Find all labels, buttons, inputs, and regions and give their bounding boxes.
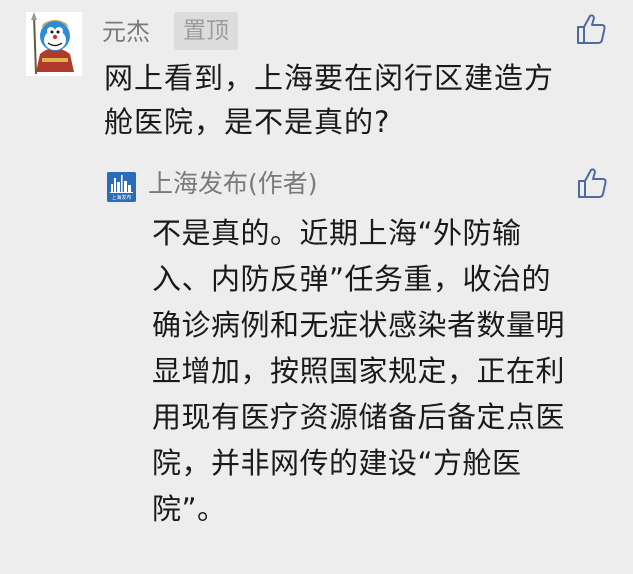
commenter-name[interactable]: 元杰 [102, 16, 150, 48]
author-name[interactable]: 上海发布(作者) [148, 166, 318, 202]
author-logo-text: 上海发布 [111, 194, 131, 201]
pinned-badge: 置顶 [174, 12, 238, 50]
thumbs-up-icon[interactable] [575, 12, 607, 46]
comment-line: 网上看到，上海要在闵行区建造方 [104, 61, 555, 95]
comment-text: 网上看到，上海要在闵行区建造方 舱医院，是不是真的? [104, 56, 574, 144]
comment-section: 元杰 置顶 网上看到，上海要在闵行区建造方 舱医院，是不是真的? 上海发布 上海… [0, 0, 633, 574]
reply-line: 不是真的。近期上海“外防输 [152, 216, 522, 250]
avatar[interactable] [26, 12, 82, 76]
comment-line: 舱医院，是不是真的? [104, 105, 391, 139]
reply-line: 院，并非网传的建设“方舱医 [152, 446, 522, 480]
reply-line: 用现有医疗资源储备后备定点医 [152, 400, 566, 434]
reply-line: 显增加，按照国家规定，正在利 [152, 354, 566, 388]
reply-text: 不是真的。近期上海“外防输 入、内防反弹”任务重，收治的 确诊病例和无症状感染者… [152, 210, 614, 532]
thumbs-up-icon[interactable] [576, 166, 608, 200]
reply-line: 入、内防反弹”任务重，收治的 [152, 262, 552, 296]
author-logo[interactable]: 上海发布 [107, 172, 136, 202]
reply-line: 确诊病例和无症状感染者数量明 [152, 308, 566, 342]
reply-line: 院”。 [152, 492, 227, 526]
